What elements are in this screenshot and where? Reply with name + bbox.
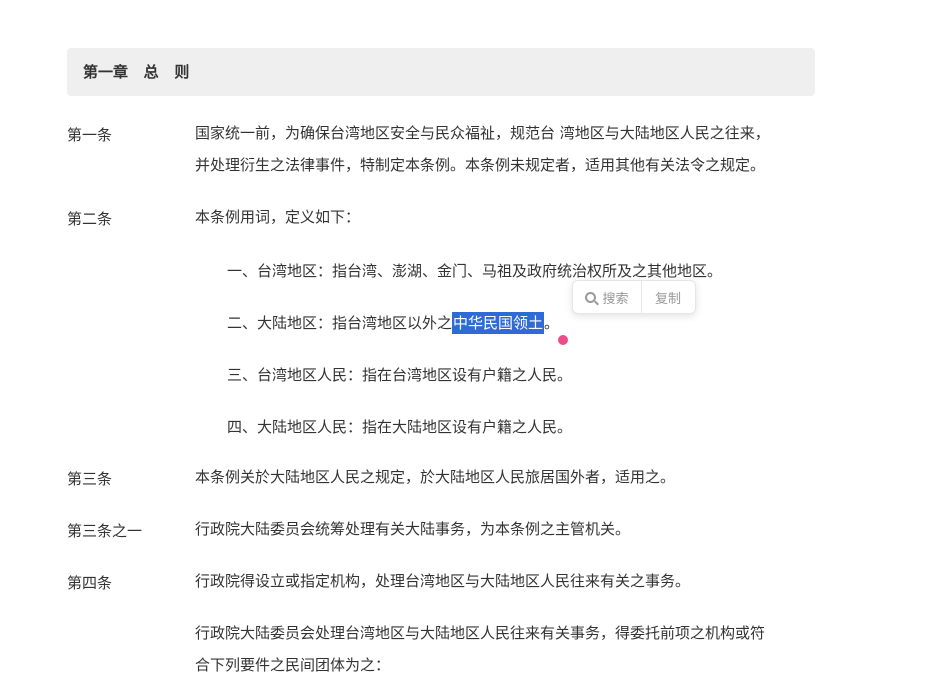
selection-popup: 搜索 复制	[572, 280, 696, 314]
article-text-line: 国家统一前，为确保台湾地区安全与民众福祉，规范台 湾地区与大陆地区人民之往来，	[195, 124, 770, 142]
search-icon	[585, 291, 597, 303]
definition-item: 四、大陆地区人民：指在大陆地区设有户籍之人民。	[227, 418, 573, 436]
selection-handle[interactable]	[558, 335, 568, 345]
copy-button[interactable]: 复制	[641, 281, 694, 313]
definition-item: 三、台湾地区人民：指在台湾地区设有户籍之人民。	[227, 366, 573, 384]
article-label: 第三条之一	[67, 522, 143, 540]
article-text-line: 行政院大陆委员会处理台湾地区与大陆地区人民往来有关事务，得委托前项之机构或符	[195, 624, 766, 642]
article-text-line: 合下列要件之民间团体为之：	[195, 656, 391, 674]
chapter-title: 第一章 总 则	[83, 63, 190, 81]
article-label: 第一条	[67, 126, 113, 144]
selected-text[interactable]: 中华民国领土	[452, 312, 545, 334]
definition-item: 二、大陆地区：指台湾地区以外之中华民国领土。	[227, 312, 560, 334]
search-label: 搜索	[602, 291, 629, 307]
article-label: 第四条	[67, 574, 113, 592]
search-button[interactable]: 搜索	[573, 281, 641, 313]
definition-text: 二、大陆地区：指台湾地区以外之	[227, 314, 453, 332]
article-text-line: 本条例用词，定义如下：	[195, 208, 361, 226]
article-text-line: 行政院得设立或指定机构，处理台湾地区与大陆地区人民往来有关之事务。	[195, 572, 691, 590]
article-text-line: 行政院大陆委员会统筹处理有关大陆事务，为本条例之主管机关。	[195, 520, 631, 538]
chapter-header: 第一章 总 则	[67, 48, 815, 96]
article-label: 第三条	[67, 470, 113, 488]
article-text-line: 并处理衍生之法律事件，特制定本条例。本条例未规定者，适用其他有关法令之规定。	[195, 156, 766, 174]
article-text-line: 本条例关於大陆地区人民之规定，於大陆地区人民旅居国外者，适用之。	[195, 468, 676, 486]
definition-text: 。	[544, 314, 560, 332]
article-label: 第二条	[67, 210, 113, 228]
definition-item: 一、台湾地区：指台湾、澎湖、金门、马祖及政府统治权所及之其他地区。	[227, 262, 723, 280]
